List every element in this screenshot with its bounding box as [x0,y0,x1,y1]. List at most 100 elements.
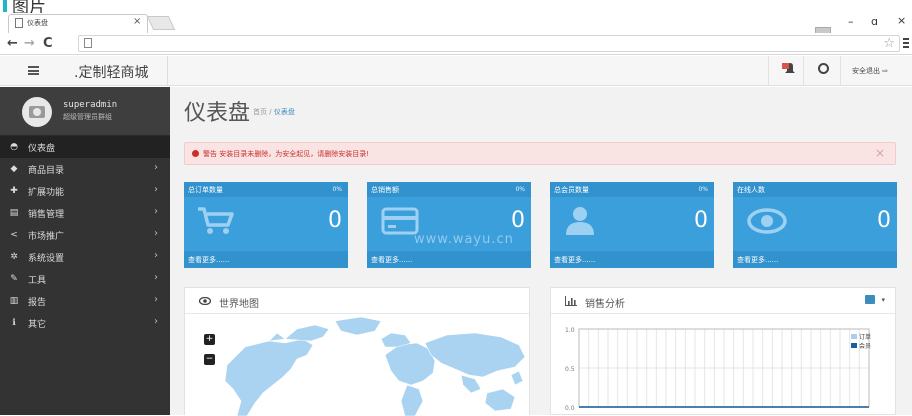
sidebar-item-label: 报告 [28,298,47,308]
dashboard-icon: ◓ [10,142,18,152]
forward-button[interactable]: → [24,36,35,51]
avatar[interactable] [22,97,52,127]
browser-tab[interactable]: 仪表盘 × [8,14,148,33]
brand-name[interactable]: .定制轻商城 [74,62,148,82]
map-zoom-out-button[interactable]: − [204,354,215,365]
wrench-icon: ✎ [10,274,18,284]
sidebar-item[interactable]: ✲ 系统设置 › [0,246,170,268]
bar-chart-icon: ▥ [9,296,19,306]
stat-card-header: 总会员数量 0% [550,182,714,197]
sales-chart: 1.0 0.5 0.0 订单会员 [565,327,871,412]
sidebar-item[interactable]: < 市场推广 › [0,224,170,246]
view-more-link[interactable]: 查看更多...... [371,255,412,265]
chevron-right-icon: › [154,162,158,173]
panel-title: 销售分析 [585,299,625,310]
world-map[interactable]: + − [185,315,529,416]
tag-icon: ◆ [10,164,18,174]
bar-chart-icon [565,296,577,306]
calendar-icon[interactable] [865,295,875,304]
username: superadmin [63,100,118,110]
logout-link[interactable]: 安全退出 ⇨ [852,66,888,76]
app-header: .定制轻商城 安全退出 ⇨ [0,56,912,86]
reload-button[interactable]: C [43,36,53,51]
world-map-panel: 世界地图 + − [184,287,530,416]
view-more-link[interactable]: 查看更多...... [737,255,778,265]
sales-analysis-panel: 销售分析 ▾ 1.0 0.5 0.0 订单 会员 [550,287,896,415]
sidebar-item-label: 其它 [28,320,47,330]
sidebar-item[interactable]: ▥ 报告 › [0,290,170,312]
header-divider [167,56,168,86]
bookmark-star-icon[interactable]: ☆ [883,36,895,51]
chevron-right-icon: › [154,184,158,195]
sidebar-item[interactable]: ▤ 销售管理 › [0,202,170,224]
maximize-button[interactable]: ɑ [871,15,878,28]
sidebar-item-label: 销售管理 [28,210,65,220]
chevron-right-icon: › [154,294,158,305]
bell-icon[interactable] [782,63,798,77]
eye-icon [199,297,211,305]
stat-card-footer[interactable]: 查看更多...... [184,251,348,268]
stat-card: 在线人数 0 查看更多...... [733,182,897,268]
close-window-button[interactable]: × [897,14,906,27]
stat-percent: 0% [515,186,525,193]
legend-label: 会员 [859,342,871,350]
panel-header: 销售分析 ▾ [551,288,895,314]
header-divider [840,56,841,86]
stat-card-header: 总订单数量 0% [184,182,348,197]
sidebar-item-label: 扩展功能 [28,188,65,198]
map-zoom-in-button[interactable]: + [204,334,215,345]
stat-card-footer[interactable]: 查看更多...... [733,251,897,268]
stat-card: 总会员数量 0% 0 查看更多...... [550,182,714,268]
stat-label: 总销售额 [371,186,399,194]
alert-close-button[interactable]: × [875,146,885,160]
page-title: 仪表盘 [184,101,251,126]
legend-label: 订单 [859,333,871,341]
sidebar-item[interactable]: ◆ 商品目录 › [0,158,170,180]
stat-card-footer[interactable]: 查看更多...... [367,251,531,268]
globe-icon[interactable] [818,63,829,74]
header-divider [803,56,804,86]
watermark: www.wayu.cn [414,232,514,247]
warning-icon [192,150,199,157]
stat-card: 总订单数量 0% 0 查看更多...... [184,182,348,268]
browser-toolbar: ← → C ☆ [0,33,912,55]
stat-card: 总销售额 0% 0 查看更多...... [367,182,531,268]
panel-title: 世界地图 [219,299,259,310]
breadcrumb: 首页 / 仪表盘 [253,107,295,117]
world-map-land [224,316,526,416]
browser-menu-icon[interactable] [903,38,909,48]
minimize-button[interactable]: – [848,15,854,28]
view-more-link[interactable]: 查看更多...... [554,255,595,265]
user-profile: superadmin 超级管理员群组 [0,87,170,136]
alert-text: 警告 安装目录未删除，为安全起见，请删除安装目录! [203,150,370,158]
stat-card-footer[interactable]: 查看更多...... [550,251,714,268]
breadcrumb-home[interactable]: 首页 [253,108,267,116]
chevron-right-icon: › [154,272,158,283]
browser-tabstrip: 仪表盘 × – ɑ × [0,13,912,38]
sidebar: superadmin 超级管理员群组 ◓ 仪表盘 ◆ 商品目录 › ✚ 扩展功能 › ▤ 销售管理… [0,87,170,415]
sidebar-item[interactable]: ✎ 工具 › [0,268,170,290]
new-tab-button[interactable] [146,16,176,30]
breadcrumb-separator: / [269,108,272,116]
tab-close-button[interactable]: × [133,16,141,27]
sidebar-item-label: 工具 [28,276,47,286]
view-more-link[interactable]: 查看更多...... [188,255,229,265]
menu-toggle-icon[interactable] [28,66,39,75]
caption-accent-bar [3,0,7,12]
sidebar-item[interactable]: ◓ 仪表盘 [0,136,170,158]
address-bar[interactable]: ☆ [78,35,900,52]
share-icon: < [10,230,18,240]
back-button[interactable]: ← [7,36,18,51]
page-icon [84,38,92,48]
chevron-down-icon[interactable]: ▾ [881,296,885,304]
cart-icon [198,206,238,239]
stat-value: 0 [694,208,708,233]
stat-label: 总会员数量 [554,186,589,194]
puzzle-icon: ✚ [10,186,18,196]
chevron-right-icon: › [154,228,158,239]
user-role: 超级管理员群组 [63,113,112,121]
stat-value: 0 [877,208,891,233]
panel-header: 世界地图 [185,288,529,314]
sidebar-item[interactable]: ✚ 扩展功能 › [0,180,170,202]
sidebar-item[interactable]: ℹ 其它 › [0,312,170,334]
